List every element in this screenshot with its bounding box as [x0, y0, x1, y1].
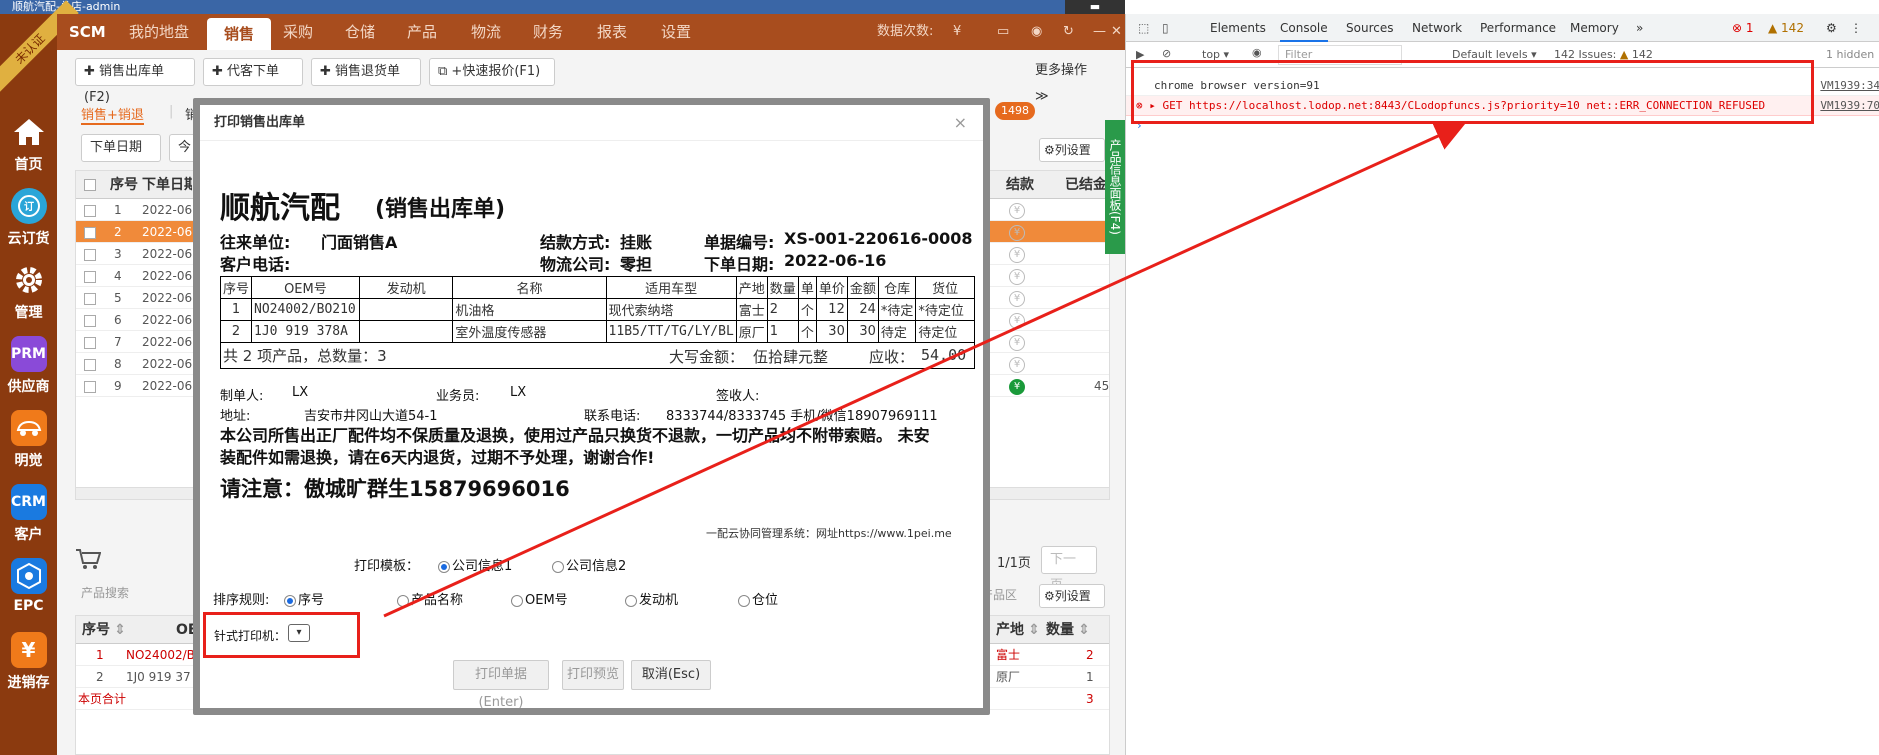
annotation-arrow [383, 122, 1466, 618]
